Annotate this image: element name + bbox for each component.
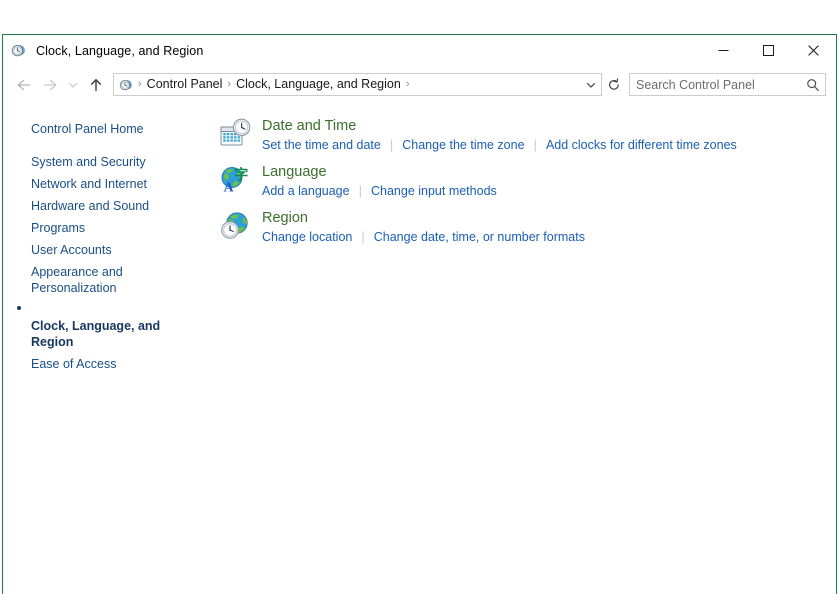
current-item-bullet-icon xyxy=(17,306,21,310)
sidebar-item-user-accounts[interactable]: User Accounts xyxy=(3,239,211,261)
svg-text:A: A xyxy=(224,181,235,196)
link-change-input-methods[interactable]: Change input methods xyxy=(371,184,497,198)
sidebar-item-network-and-internet[interactable]: Network and Internet xyxy=(3,173,211,195)
link-change-date-time-or-number-formats[interactable]: Change date, time, or number formats xyxy=(374,230,585,244)
sidebar-item-system-and-security[interactable]: System and Security xyxy=(3,151,211,173)
link-add-clocks-for-different-time-zones[interactable]: Add clocks for different time zones xyxy=(546,138,737,152)
category-links: Set the time and date | Change the time … xyxy=(262,137,737,153)
category-language: A 字 Language Add a language | Change inp… xyxy=(219,162,836,198)
close-button[interactable] xyxy=(791,35,836,66)
back-button[interactable] xyxy=(11,72,37,98)
window-title: Clock, Language, and Region xyxy=(36,43,204,58)
category-title-date-and-time[interactable]: Date and Time xyxy=(262,117,356,136)
forward-button[interactable] xyxy=(37,72,63,98)
breadcrumb-separator: › xyxy=(138,78,142,90)
refresh-icon[interactable] xyxy=(603,73,625,96)
breadcrumb-item-control-panel[interactable]: Control Panel xyxy=(144,74,226,95)
navigation-toolbar: › Control Panel › Clock, Language, and R… xyxy=(3,66,836,103)
clock-region-icon xyxy=(10,42,27,59)
category-links: Add a language | Change input methods xyxy=(262,183,497,199)
link-set-the-time-and-date[interactable]: Set the time and date xyxy=(262,138,381,152)
link-separator: | xyxy=(361,229,365,244)
caption-button-group xyxy=(701,35,836,66)
region-icon xyxy=(219,210,251,242)
link-change-the-time-zone[interactable]: Change the time zone xyxy=(402,138,524,152)
language-icon: A 字 xyxy=(219,164,251,196)
breadcrumb-separator: › xyxy=(227,78,232,90)
search-input[interactable] xyxy=(630,77,801,92)
control-panel-window: Clock, Language, and Region › Control Pa… xyxy=(2,34,837,594)
svg-text:字: 字 xyxy=(234,166,248,183)
up-button[interactable] xyxy=(83,72,109,98)
category-body: Date and Time Set the time and date | Ch… xyxy=(262,116,737,152)
sidebar-item-label: Clock, Language, and Region xyxy=(31,319,161,349)
sidebar-item-ease-of-access[interactable]: Ease of Access xyxy=(3,353,211,375)
sidebar-item-control-panel-home[interactable]: Control Panel Home xyxy=(3,118,211,140)
breadcrumb-separator-trailing[interactable]: › xyxy=(404,74,412,95)
link-add-a-language[interactable]: Add a language xyxy=(262,184,350,198)
title-bar[interactable]: Clock, Language, and Region xyxy=(3,35,836,66)
address-dropdown-chevron-down-icon[interactable] xyxy=(581,74,601,95)
search-icon[interactable] xyxy=(801,78,825,92)
sidebar: Control Panel Home System and Security N… xyxy=(3,103,211,594)
minimize-button[interactable] xyxy=(701,35,746,66)
link-separator: | xyxy=(358,183,362,198)
category-title-region[interactable]: Region xyxy=(262,209,308,228)
sidebar-item-appearance-and-personalization[interactable]: Appearance and Personalization xyxy=(3,261,211,299)
sidebar-item-hardware-and-sound[interactable]: Hardware and Sound xyxy=(3,195,211,217)
maximize-button[interactable] xyxy=(746,35,791,66)
category-date-and-time: Date and Time Set the time and date | Ch… xyxy=(219,116,836,152)
link-separator: | xyxy=(533,137,537,152)
search-box[interactable] xyxy=(629,73,826,96)
category-title-language[interactable]: Language xyxy=(262,163,327,182)
control-panel-icon xyxy=(118,77,134,93)
category-body: Language Add a language | Change input m… xyxy=(262,162,497,198)
link-change-location[interactable]: Change location xyxy=(262,230,352,244)
date-and-time-icon xyxy=(219,118,251,150)
category-links: Change location | Change date, time, or … xyxy=(262,229,585,245)
window-content: Control Panel Home System and Security N… xyxy=(3,103,836,594)
recent-locations-chevron-down-icon[interactable] xyxy=(63,72,83,98)
link-separator: | xyxy=(389,137,394,152)
sidebar-item-programs[interactable]: Programs xyxy=(3,217,211,239)
category-body: Region Change location | Change date, ti… xyxy=(262,208,585,244)
sidebar-item-clock-language-and-region[interactable]: Clock, Language, and Region xyxy=(3,299,211,353)
category-region: Region Change location | Change date, ti… xyxy=(219,208,836,244)
breadcrumb-item-clock-language-region[interactable]: Clock, Language, and Region xyxy=(233,74,404,95)
category-list: Date and Time Set the time and date | Ch… xyxy=(211,103,836,594)
address-bar[interactable]: › Control Panel › Clock, Language, and R… xyxy=(113,73,602,96)
